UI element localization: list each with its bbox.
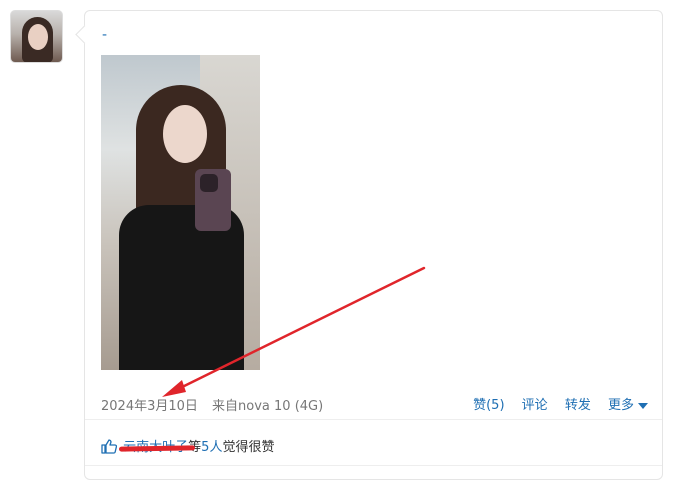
likes-summary: 云南大叶子等5人觉得很赞 bbox=[101, 436, 274, 455]
liker-names[interactable]: 云南大叶子 bbox=[119, 440, 196, 455]
post-source: 来自nova 10 (4G) bbox=[212, 399, 324, 414]
post-card: - 2024年3月10日 来自nova 10 (4G) 赞(5) 评论 转发 更… bbox=[84, 10, 663, 480]
post-photo[interactable] bbox=[101, 55, 260, 370]
post-text: - bbox=[102, 27, 108, 43]
more-button[interactable]: 更多 bbox=[608, 398, 648, 413]
author-avatar[interactable] bbox=[10, 10, 63, 63]
post-actions: 赞(5) 评论 转发 更多 bbox=[460, 394, 648, 413]
bottom-divider bbox=[85, 465, 662, 466]
like-button[interactable]: 赞(5) bbox=[473, 398, 504, 413]
more-label: 更多 bbox=[607, 398, 634, 413]
thumbs-up-icon bbox=[101, 439, 117, 454]
chevron-down-icon bbox=[638, 402, 648, 409]
comment-button[interactable]: 评论 bbox=[522, 398, 548, 413]
divider bbox=[85, 419, 662, 420]
post-meta: 2024年3月10日 来自nova 10 (4G) bbox=[101, 395, 323, 414]
post-date[interactable]: 2024年3月10日 bbox=[101, 399, 198, 414]
likes-count[interactable]: 5人 bbox=[201, 440, 222, 455]
likes-suffix: 觉得很赞 bbox=[222, 440, 275, 455]
repost-button[interactable]: 转发 bbox=[565, 398, 591, 413]
